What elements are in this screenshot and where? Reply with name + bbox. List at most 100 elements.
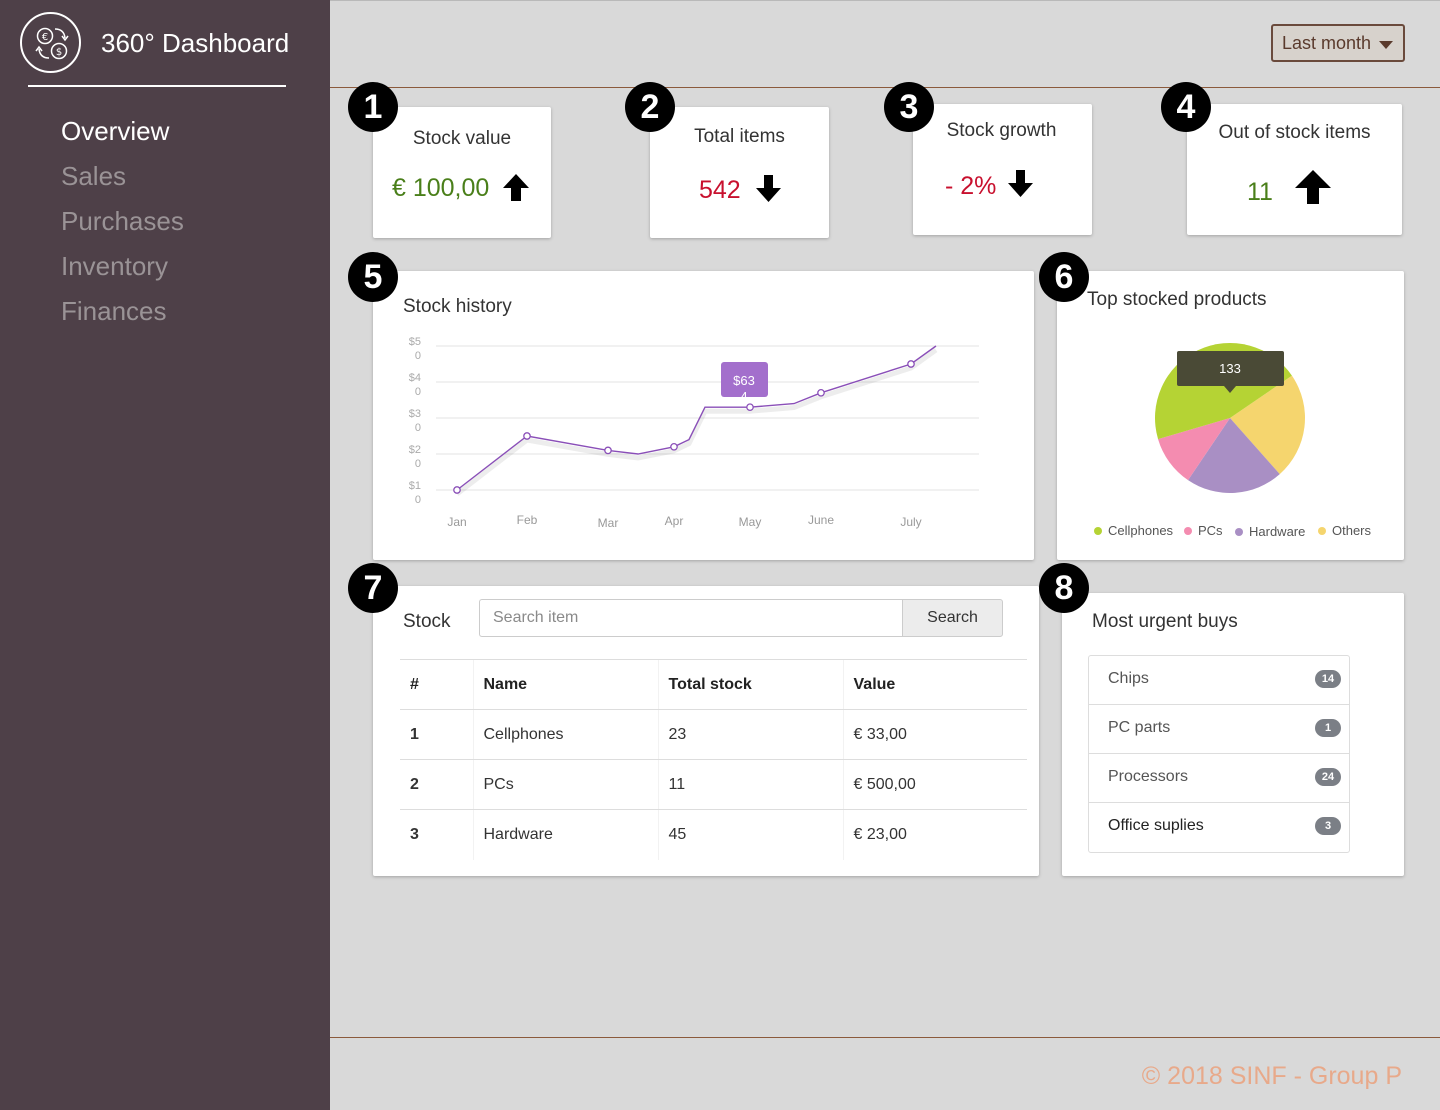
y-tick-label-wrap: 0: [415, 350, 421, 362]
period-dropdown[interactable]: Last month: [1271, 24, 1405, 62]
list-item[interactable]: Chips 14: [1089, 656, 1349, 705]
stock-line-shadow: [455, 347, 938, 496]
data-point[interactable]: [817, 388, 825, 397]
section-badge-1: 1: [348, 82, 398, 132]
x-tick-label: Mar: [598, 516, 619, 530]
data-point[interactable]: [746, 403, 754, 412]
svg-text:€: €: [42, 32, 48, 43]
table-row[interactable]: 2 PCs 11 € 500,00: [400, 759, 1027, 810]
search-input[interactable]: [479, 599, 902, 637]
list-item-label: Chips: [1108, 670, 1149, 687]
kpi-card-stock-value: Stock value € 100,00: [373, 107, 551, 238]
stock-history-card: Stock history $5 0 $4 0 $3 0 $2 0 $1 0 Jan Feb Mar A…: [373, 271, 1034, 560]
count-badge: 24: [1315, 768, 1341, 786]
sidebar-item-inventory[interactable]: Inventory: [61, 247, 184, 292]
section-badge-8: 8: [1039, 563, 1089, 613]
sidebar-divider: [28, 85, 286, 87]
section-badge-2: 2: [625, 82, 675, 132]
chart-tooltip: $63 4: [721, 362, 768, 404]
table-row[interactable]: 1 Cellphones 23 € 33,00: [400, 709, 1027, 760]
table-row[interactable]: 3 Hardware 45 € 23,00: [400, 809, 1027, 860]
top-border: [330, 0, 1440, 1]
cell-total-stock: 23: [657, 709, 843, 760]
pie-legend-pcs: PCs: [1184, 523, 1223, 538]
data-point[interactable]: [523, 432, 531, 440]
count-badge: 14: [1315, 670, 1341, 688]
top-stocked-pie: 133: [1155, 343, 1305, 493]
search-button[interactable]: Search: [902, 599, 1003, 637]
pie-legend-others: Others: [1318, 523, 1371, 538]
column-header: Value: [842, 659, 1027, 710]
list-item[interactable]: Processors 24: [1089, 754, 1349, 803]
kpi-value: - 2%: [945, 172, 997, 200]
count-badge: 3: [1315, 817, 1341, 835]
stock-table: # Name Total stock Value 1 Cellphones 23…: [400, 659, 1027, 860]
arrow-up-icon: [1295, 170, 1331, 204]
data-point[interactable]: [604, 446, 612, 455]
legend-label: Cellphones: [1108, 523, 1174, 538]
column-header: Total stock: [657, 659, 843, 710]
kpi-title: Stock growth: [946, 120, 1057, 141]
y-tick-label-wrap: 0: [415, 386, 421, 398]
sidebar-item-finances[interactable]: Finances: [61, 292, 184, 337]
cell-name: PCs: [472, 759, 658, 810]
count-badge: 1: [1315, 719, 1341, 737]
cell-index: 3: [410, 825, 419, 843]
section-badge-4: 4: [1161, 82, 1211, 132]
x-tick-label: Apr: [665, 514, 684, 528]
kpi-value: 11: [1247, 178, 1273, 206]
data-point[interactable]: [453, 486, 461, 494]
x-tick-label: Feb: [517, 513, 538, 527]
data-point[interactable]: [907, 360, 915, 368]
cell-index: 2: [400, 759, 473, 810]
cell-value: € 23,00: [842, 809, 1027, 860]
y-tick-label: $4: [409, 372, 421, 384]
y-tick-label: $5: [409, 336, 421, 348]
arrow-down-icon: [756, 175, 781, 202]
sidebar-item-sales[interactable]: Sales: [61, 157, 184, 202]
column-header: #: [400, 659, 473, 710]
period-label: Last month: [1282, 32, 1372, 53]
legend-swatch: [1318, 527, 1326, 535]
sidebar: € $ 360° Dashboard Overview Sales Purcha…: [0, 0, 330, 1110]
sidebar-item-purchases[interactable]: Purchases: [61, 202, 184, 247]
arrow-down-icon: [1008, 170, 1033, 197]
kpi-card-out-of-stock: Out of stock items 11: [1187, 104, 1402, 235]
table-header-row: # Name Total stock Value: [400, 659, 1027, 710]
y-tick-label: $2: [409, 444, 421, 456]
list-item-label: PC parts: [1108, 719, 1171, 736]
urgent-buys-list: Chips 14 PC parts 1 Processors 24 Office su…: [1088, 655, 1350, 853]
y-tick-label-wrap: 0: [415, 458, 421, 470]
list-item-label: Office suplies: [1108, 817, 1204, 834]
sidebar-item-overview[interactable]: Overview: [61, 112, 184, 157]
caret-down-icon: [1379, 41, 1393, 49]
section-badge-3: 3: [884, 82, 934, 132]
cell-value: € 33,00: [842, 709, 1027, 760]
x-tick-label: Jan: [447, 515, 466, 529]
data-point[interactable]: [670, 442, 678, 451]
urgent-buys-title: Most urgent buys: [1092, 611, 1238, 632]
cell-total-stock: 45: [657, 809, 843, 860]
list-item[interactable]: PC parts 1: [1089, 705, 1349, 754]
pie-legend-hardware: Hardware: [1235, 524, 1305, 539]
kpi-card-stock-growth: Stock growth - 2%: [913, 104, 1092, 235]
kpi-value: 542: [699, 176, 741, 204]
stock-history-chart: $50$40$30$20$10 Jan Feb Mar Apr May June July …: [409, 336, 979, 530]
section-badge-6: 6: [1039, 252, 1089, 302]
section-badge-5: 5: [348, 252, 398, 302]
cell-index: 1: [400, 709, 473, 760]
legend-swatch: [1094, 527, 1102, 535]
svg-text:$: $: [56, 47, 62, 58]
list-item[interactable]: Office suplies 3: [1089, 803, 1349, 852]
legend-label: Others: [1332, 523, 1372, 538]
y-tick-label-wrap: 0: [415, 494, 421, 506]
legend-label: Hardware: [1249, 524, 1306, 539]
chart-tooltip-value: $63: [733, 373, 755, 388]
kpi-value: € 100,00: [392, 174, 490, 202]
y-tick-label: $1: [409, 480, 421, 492]
list-item-label: Processors: [1108, 768, 1189, 785]
cell-value: € 500,00: [842, 759, 1027, 810]
stock-title: Stock: [403, 611, 451, 632]
footer-copyright: © 2018 SINF - Group P: [1141, 1062, 1402, 1090]
kpi-title: Stock value: [412, 128, 512, 149]
